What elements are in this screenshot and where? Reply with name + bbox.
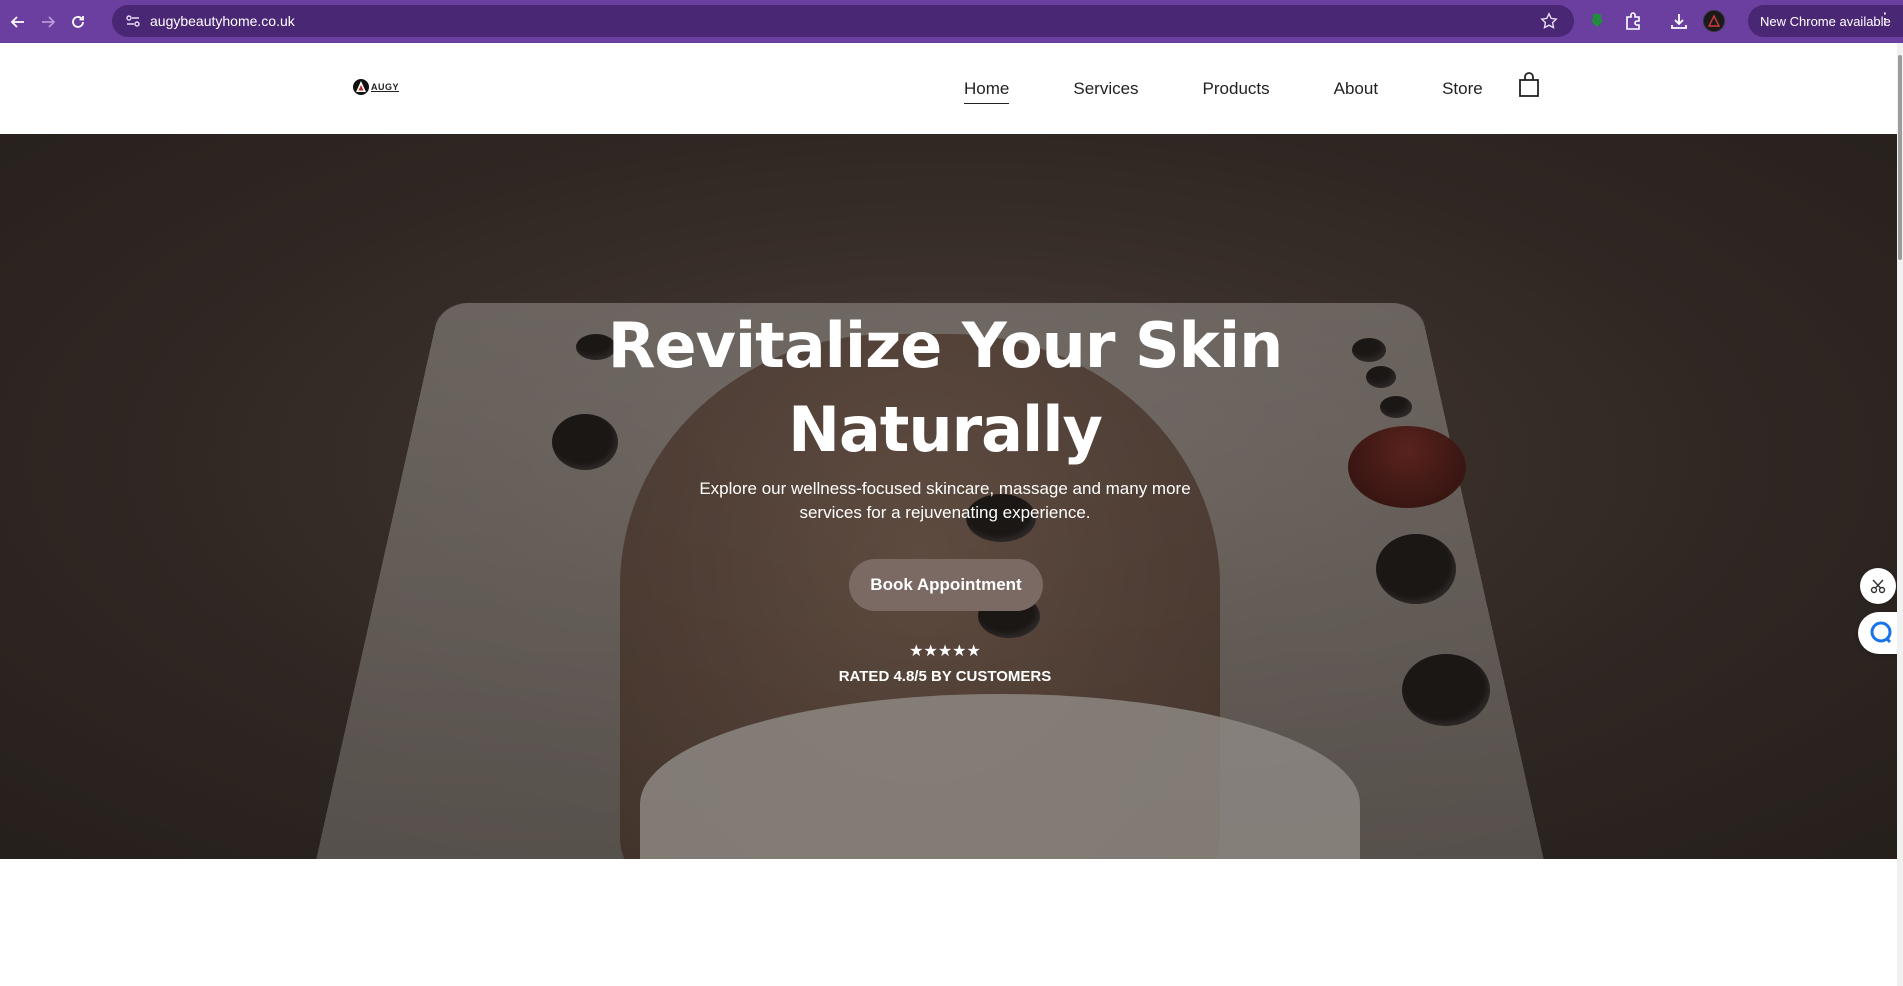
- back-icon[interactable]: [6, 10, 30, 34]
- scrollbar-thumb[interactable]: [1898, 55, 1902, 260]
- bookmark-star-icon[interactable]: [1540, 12, 1558, 35]
- hero-subtitle: Explore our wellness-focused skincare, m…: [699, 479, 1191, 522]
- logo-text: AUGY: [371, 82, 400, 92]
- download-arrow-extension-icon[interactable]: [1585, 9, 1609, 33]
- forward-icon[interactable]: [36, 10, 60, 34]
- hero-section: Revitalize Your Skin Naturally Explore o…: [0, 134, 1897, 859]
- nav-services[interactable]: Services: [1073, 79, 1138, 99]
- nav-home[interactable]: Home: [964, 79, 1010, 104]
- update-chrome-label: New Chrome available: [1760, 13, 1891, 29]
- main-nav: Home Services Products About Store: [964, 72, 1547, 104]
- address-bar[interactable]: augybeautyhome.co.uk: [112, 5, 1574, 37]
- logo-mark-icon: [353, 79, 369, 95]
- update-chrome-button[interactable]: New Chrome available ⋮: [1748, 5, 1903, 37]
- browser-toolbar: augybeautyhome.co.uk New Chrome availabl…: [0, 0, 1903, 43]
- extensions-puzzle-icon[interactable]: [1621, 9, 1645, 33]
- page-scrollbar[interactable]: [1897, 43, 1903, 986]
- url-text[interactable]: augybeautyhome.co.uk: [150, 13, 295, 29]
- kebab-menu-icon[interactable]: ⋮: [1877, 11, 1893, 29]
- nav-products[interactable]: Products: [1203, 79, 1270, 99]
- site-header: AUGY Home Services Products About Store: [0, 43, 1903, 134]
- rating-text: RATED 4.8/5 BY CUSTOMERS: [838, 668, 1052, 685]
- nav-about[interactable]: About: [1334, 79, 1378, 99]
- reload-icon[interactable]: [66, 10, 90, 34]
- scissors-widget-icon[interactable]: [1860, 568, 1896, 604]
- hero-title-line2: Naturally: [788, 393, 1103, 466]
- site-logo[interactable]: AUGY: [352, 78, 399, 96]
- shopping-bag-icon[interactable]: [1518, 72, 1540, 98]
- nav-store[interactable]: Store: [1442, 79, 1483, 99]
- hero-title-line1: Revitalize Your Skin: [607, 309, 1284, 382]
- site-info-icon[interactable]: [124, 12, 142, 30]
- rating-stars-icon: ★★★★★: [909, 643, 981, 660]
- profile-avatar-icon[interactable]: [1703, 10, 1725, 32]
- book-appointment-button[interactable]: Book Appointment: [849, 559, 1043, 611]
- hero-title: Revitalize Your Skin Naturally: [0, 304, 1890, 472]
- downloads-icon[interactable]: [1667, 9, 1691, 33]
